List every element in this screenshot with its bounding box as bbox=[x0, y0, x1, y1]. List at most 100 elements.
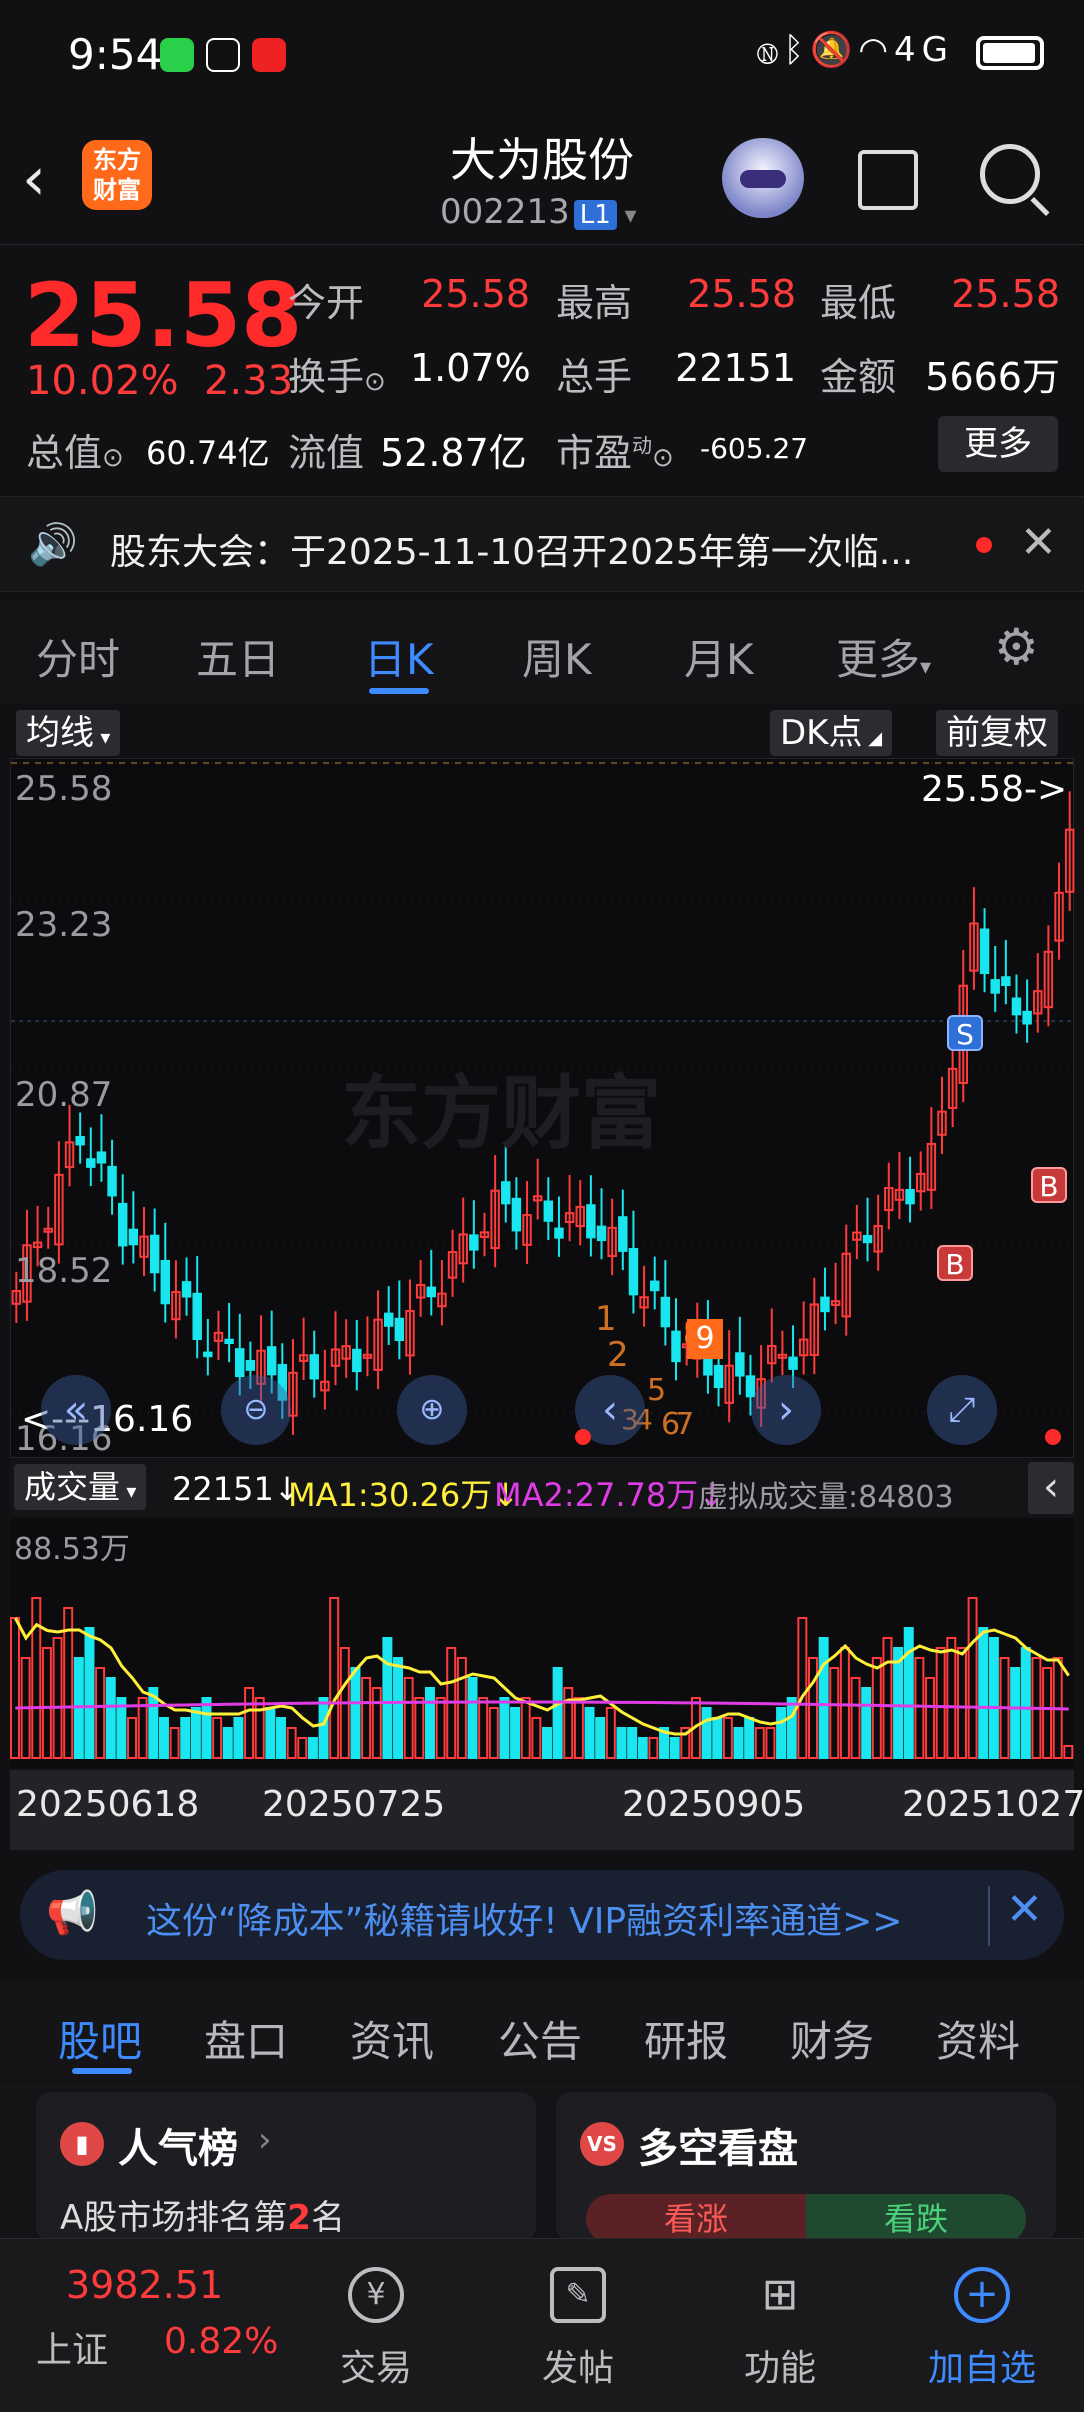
volume-bar bbox=[722, 1717, 733, 1759]
promo-text[interactable]: 这份“降成本”秘籍请收好! VIP融资利率通道>> bbox=[146, 1892, 902, 1944]
candle-body bbox=[735, 1352, 745, 1377]
candle-body bbox=[266, 1346, 277, 1376]
tab-daily-k[interactable]: 日K bbox=[364, 626, 434, 687]
megaphone-icon: 📢 bbox=[46, 1888, 99, 1937]
add-watchlist-icon[interactable]: + bbox=[954, 2267, 1010, 2323]
low-label: 最低 bbox=[820, 281, 897, 325]
indicator-selector[interactable]: 成交量 ▾ bbox=[14, 1464, 147, 1510]
date-label: 20250618 bbox=[16, 1784, 200, 1825]
adjust-selector[interactable]: 前复权 bbox=[936, 710, 1058, 756]
sell-marker[interactable]: S bbox=[947, 1015, 983, 1051]
volume-bar bbox=[10, 1617, 20, 1759]
dk-point-toggle[interactable]: DK点 ◢ bbox=[770, 710, 893, 756]
nav-post[interactable]: 发帖 bbox=[508, 2339, 648, 2391]
bearish-button[interactable]: 看跌 bbox=[806, 2194, 1026, 2244]
amount-value: 5666万 bbox=[925, 355, 1060, 399]
tab-announcements[interactable]: 公告 bbox=[498, 2008, 582, 2069]
volume-label: 成交量 bbox=[24, 1468, 121, 1506]
collapse-arrow-icon[interactable]: ‹ bbox=[1028, 1462, 1074, 1514]
volume-bar bbox=[946, 1637, 957, 1759]
turnover-value: 1.07% bbox=[410, 346, 531, 390]
candle-body bbox=[245, 1360, 256, 1371]
announcement-bar[interactable]: 🔊 股东大会：于2025-11-10召开2025年第一次临... ✕ bbox=[0, 496, 1084, 592]
dk-label: DK点 bbox=[780, 713, 863, 753]
volume-bar bbox=[41, 1647, 52, 1759]
search-icon[interactable] bbox=[980, 144, 1040, 204]
volume-bar bbox=[797, 1617, 808, 1759]
volume-chart[interactable]: 88.53万 bbox=[10, 1518, 1074, 1768]
grid-function-icon[interactable]: ⊞ bbox=[752, 2267, 808, 2323]
stock-header: ‹ 东方财富 大为股份 002213 L1 ▾ bbox=[0, 110, 1084, 245]
tab-news[interactable]: 资讯 bbox=[350, 2008, 434, 2069]
info-icon[interactable]: ⊙ bbox=[652, 443, 674, 473]
date-label: 20250725 bbox=[262, 1784, 446, 1825]
close-icon[interactable]: ✕ bbox=[1020, 517, 1057, 568]
trade-icon[interactable]: ¥ bbox=[348, 2267, 404, 2323]
volume-header: 成交量 ▾ 22151↓ MA1:30.26万↓ MA2:27.78万↓ 虚拟成… bbox=[10, 1460, 1074, 1516]
bull-bear-card[interactable]: VS 多空看盘 看涨 看跌 bbox=[556, 2092, 1056, 2244]
tab-orderbook[interactable]: 盘口 bbox=[204, 2008, 288, 2069]
volume-bar bbox=[1010, 1667, 1021, 1759]
close-icon[interactable]: ✕ bbox=[1006, 1884, 1043, 1935]
tab-monthly-k[interactable]: 月K bbox=[684, 626, 754, 687]
index-name[interactable]: 上证 bbox=[36, 2321, 108, 2373]
promo-banner[interactable]: 📢 这份“降成本”秘籍请收好! VIP融资利率通道>> ✕ bbox=[20, 1870, 1064, 1960]
buy-marker[interactable]: B bbox=[937, 1245, 973, 1281]
ma-selector[interactable]: 均线 ▾ bbox=[16, 710, 121, 756]
price-label-3: 20.87 bbox=[15, 1075, 113, 1115]
level-badge[interactable]: L1 bbox=[573, 200, 617, 230]
candle-body bbox=[149, 1234, 160, 1274]
zoom-out-icon[interactable]: ⊖ bbox=[221, 1375, 291, 1445]
volume-bar bbox=[1042, 1667, 1053, 1759]
pe-label-text: 市盈 bbox=[556, 431, 633, 475]
index-percent[interactable]: 0.82% bbox=[164, 2321, 278, 2362]
nav-add-watchlist[interactable]: 加自选 bbox=[912, 2339, 1052, 2391]
volume-bar bbox=[861, 1687, 872, 1759]
tab-intraday[interactable]: 分时 bbox=[36, 626, 120, 687]
fullscreen-icon[interactable]: ⤢ bbox=[927, 1375, 997, 1445]
index-value[interactable]: 3982.51 bbox=[66, 2263, 223, 2307]
ai-robot-icon[interactable] bbox=[722, 138, 804, 218]
share-icon[interactable] bbox=[858, 150, 918, 210]
announcement-text[interactable]: 股东大会：于2025-11-10召开2025年第一次临... bbox=[110, 523, 970, 575]
volume-bar bbox=[733, 1727, 744, 1759]
volume-bar bbox=[467, 1677, 478, 1759]
buy-marker[interactable]: B bbox=[1031, 1167, 1067, 1203]
tab-five-day[interactable]: 五日 bbox=[196, 626, 280, 687]
info-icon[interactable]: ⊙ bbox=[364, 367, 386, 397]
popularity-card[interactable]: ▮ 人气榜 › A股市场排名第2名 bbox=[36, 2092, 536, 2242]
more-button[interactable]: 更多 bbox=[938, 416, 1058, 472]
volume-max-label: 88.53万 bbox=[14, 1532, 130, 1567]
date-label: 20250905 bbox=[622, 1784, 806, 1825]
volume-bar bbox=[701, 1707, 712, 1759]
zoom-in-icon[interactable]: ⊕ bbox=[397, 1375, 467, 1445]
mktcap-label: 总值⊙ bbox=[26, 422, 124, 477]
bullish-button[interactable]: 看涨 bbox=[586, 2194, 806, 2244]
volume-bar bbox=[765, 1727, 776, 1759]
tab-finance[interactable]: 财务 bbox=[790, 2008, 874, 2069]
tab-research[interactable]: 研报 bbox=[644, 2008, 728, 2069]
next-icon[interactable]: › bbox=[751, 1375, 821, 1445]
tab-profile[interactable]: 资料 bbox=[936, 2008, 1020, 2069]
settings-gear-icon[interactable]: ⚙ bbox=[994, 618, 1039, 676]
amount-label: 金额 bbox=[820, 355, 897, 399]
nav-trade[interactable]: 交易 bbox=[306, 2339, 446, 2391]
volume-bar bbox=[201, 1697, 212, 1759]
quote-panel: 25.58 10.02% 2.33 今开 25.58 最高 25.58 最低 2… bbox=[0, 246, 1084, 486]
volume-bar bbox=[403, 1677, 414, 1759]
volume-bar bbox=[882, 1637, 893, 1759]
seq-mark-9: 9 bbox=[687, 1319, 723, 1359]
nav-functions[interactable]: 功能 bbox=[710, 2339, 850, 2391]
candle-body bbox=[788, 1356, 798, 1370]
volume-bar bbox=[499, 1697, 510, 1759]
period-tabs: 分时 五日 日K 周K 月K 更多▾ ⚙ bbox=[0, 600, 1084, 704]
candle-body bbox=[554, 1227, 564, 1239]
tab-weekly-k[interactable]: 周K bbox=[522, 626, 592, 687]
tab-more[interactable]: 更多▾ bbox=[836, 626, 931, 687]
tab-guba[interactable]: 股吧 bbox=[58, 2008, 142, 2069]
rewind-left-icon[interactable]: « bbox=[41, 1375, 111, 1445]
info-icon[interactable]: ⊙ bbox=[102, 443, 124, 473]
volume-bar bbox=[829, 1667, 840, 1759]
post-edit-icon[interactable]: ✎ bbox=[550, 2267, 606, 2323]
kline-chart[interactable]: 东方财富 25.58 23.23 20.87 18.52 16.16 25.58… bbox=[10, 758, 1075, 1459]
